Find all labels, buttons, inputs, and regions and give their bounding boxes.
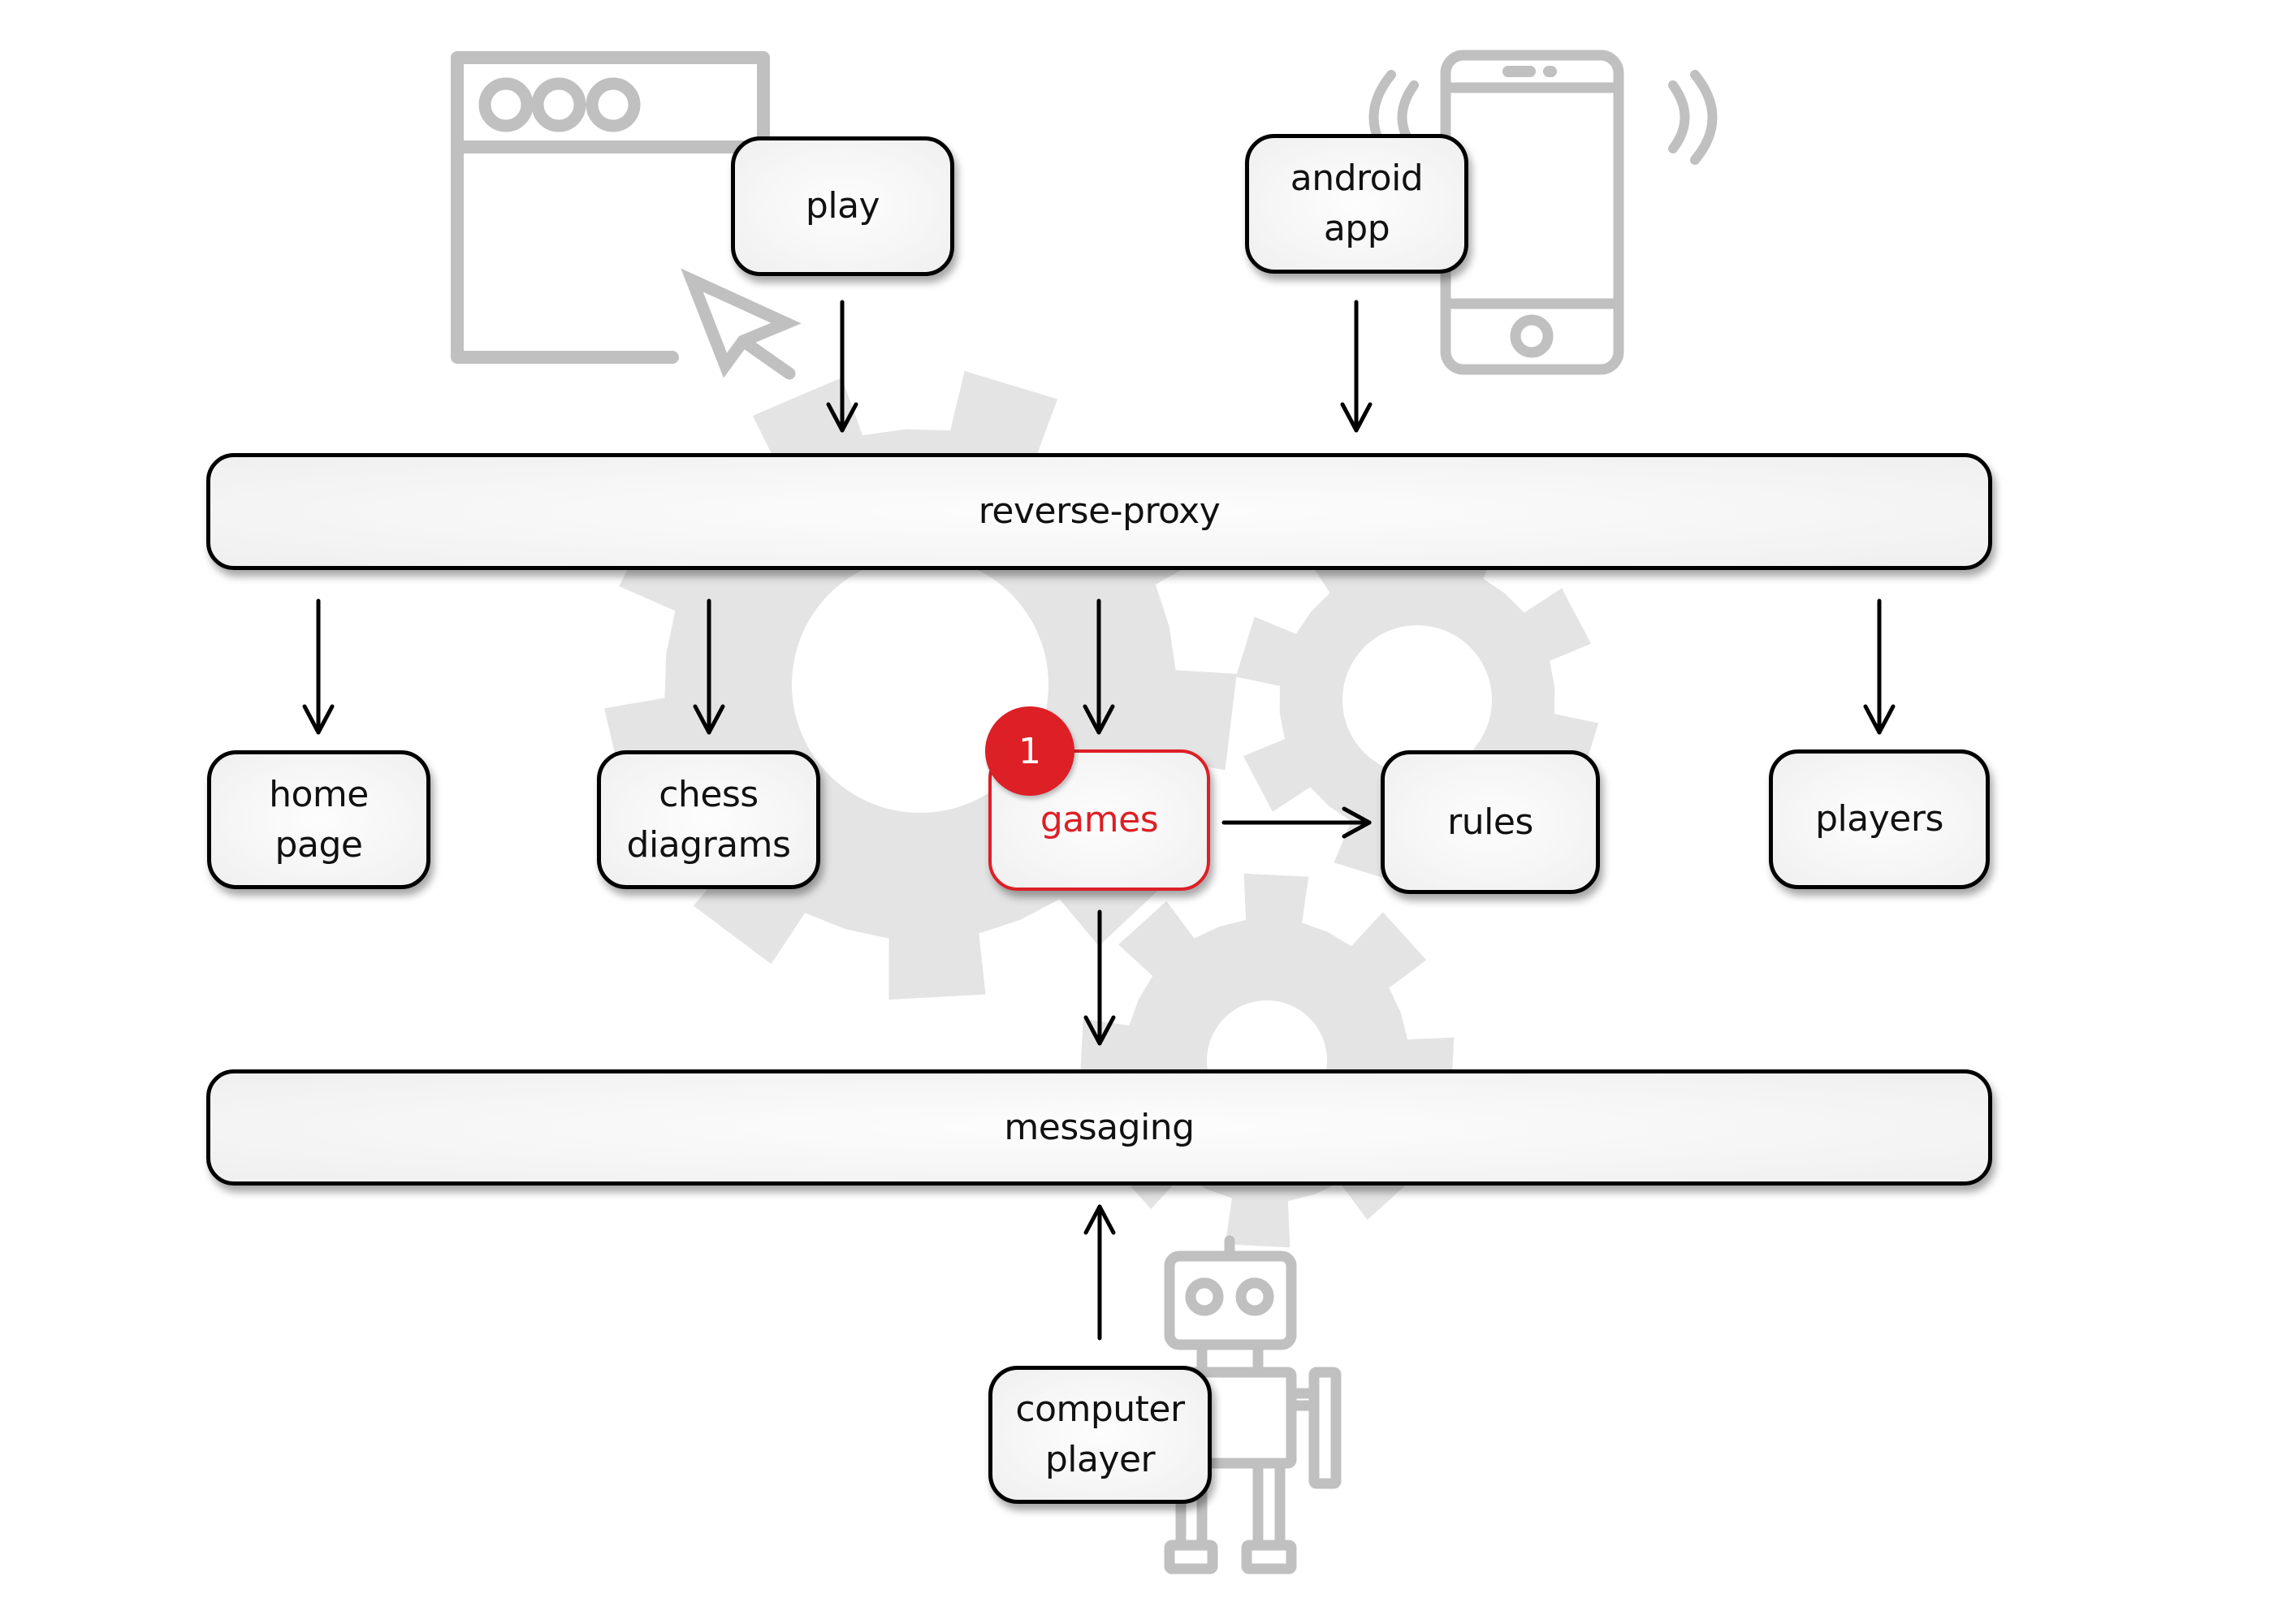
node-computer-player-label: computer player — [1015, 1389, 1185, 1480]
node-reverse-proxy-label: reverse-proxy — [978, 490, 1221, 532]
node-players-label: players — [1815, 798, 1943, 840]
node-messaging-label: messaging — [1004, 1106, 1195, 1148]
node-home-page-label: home page — [269, 773, 369, 866]
browser-window-icon — [451, 51, 770, 364]
node-games-label: games — [1040, 799, 1159, 840]
node-players[interactable]: players — [1769, 749, 1990, 889]
step-badge: 1 — [985, 706, 1074, 796]
gear-low-shape — [1079, 873, 1455, 1248]
step-badge-number: 1 — [1018, 730, 1041, 772]
architecture-diagram: play android app reverse-proxy home page… — [0, 0, 2274, 1624]
node-chess-diagrams-label: chess diagrams — [626, 773, 791, 866]
node-home-page[interactable]: home page — [207, 750, 430, 889]
node-play[interactable]: play — [731, 136, 954, 276]
node-android-app[interactable]: android app — [1245, 134, 1468, 274]
node-rules[interactable]: rules — [1381, 750, 1600, 894]
node-play-label: play — [805, 185, 880, 227]
node-android-app-label: android app — [1290, 158, 1424, 249]
node-chess-diagrams[interactable]: chess diagrams — [597, 750, 820, 889]
node-computer-player[interactable]: computer player — [988, 1366, 1212, 1504]
node-reverse-proxy[interactable]: reverse-proxy — [206, 453, 1992, 570]
node-rules-label: rules — [1447, 801, 1533, 843]
gear-lower-icon — [1079, 873, 1455, 1248]
mouse-cursor-icon — [681, 268, 802, 380]
node-messaging[interactable]: messaging — [206, 1069, 1992, 1186]
